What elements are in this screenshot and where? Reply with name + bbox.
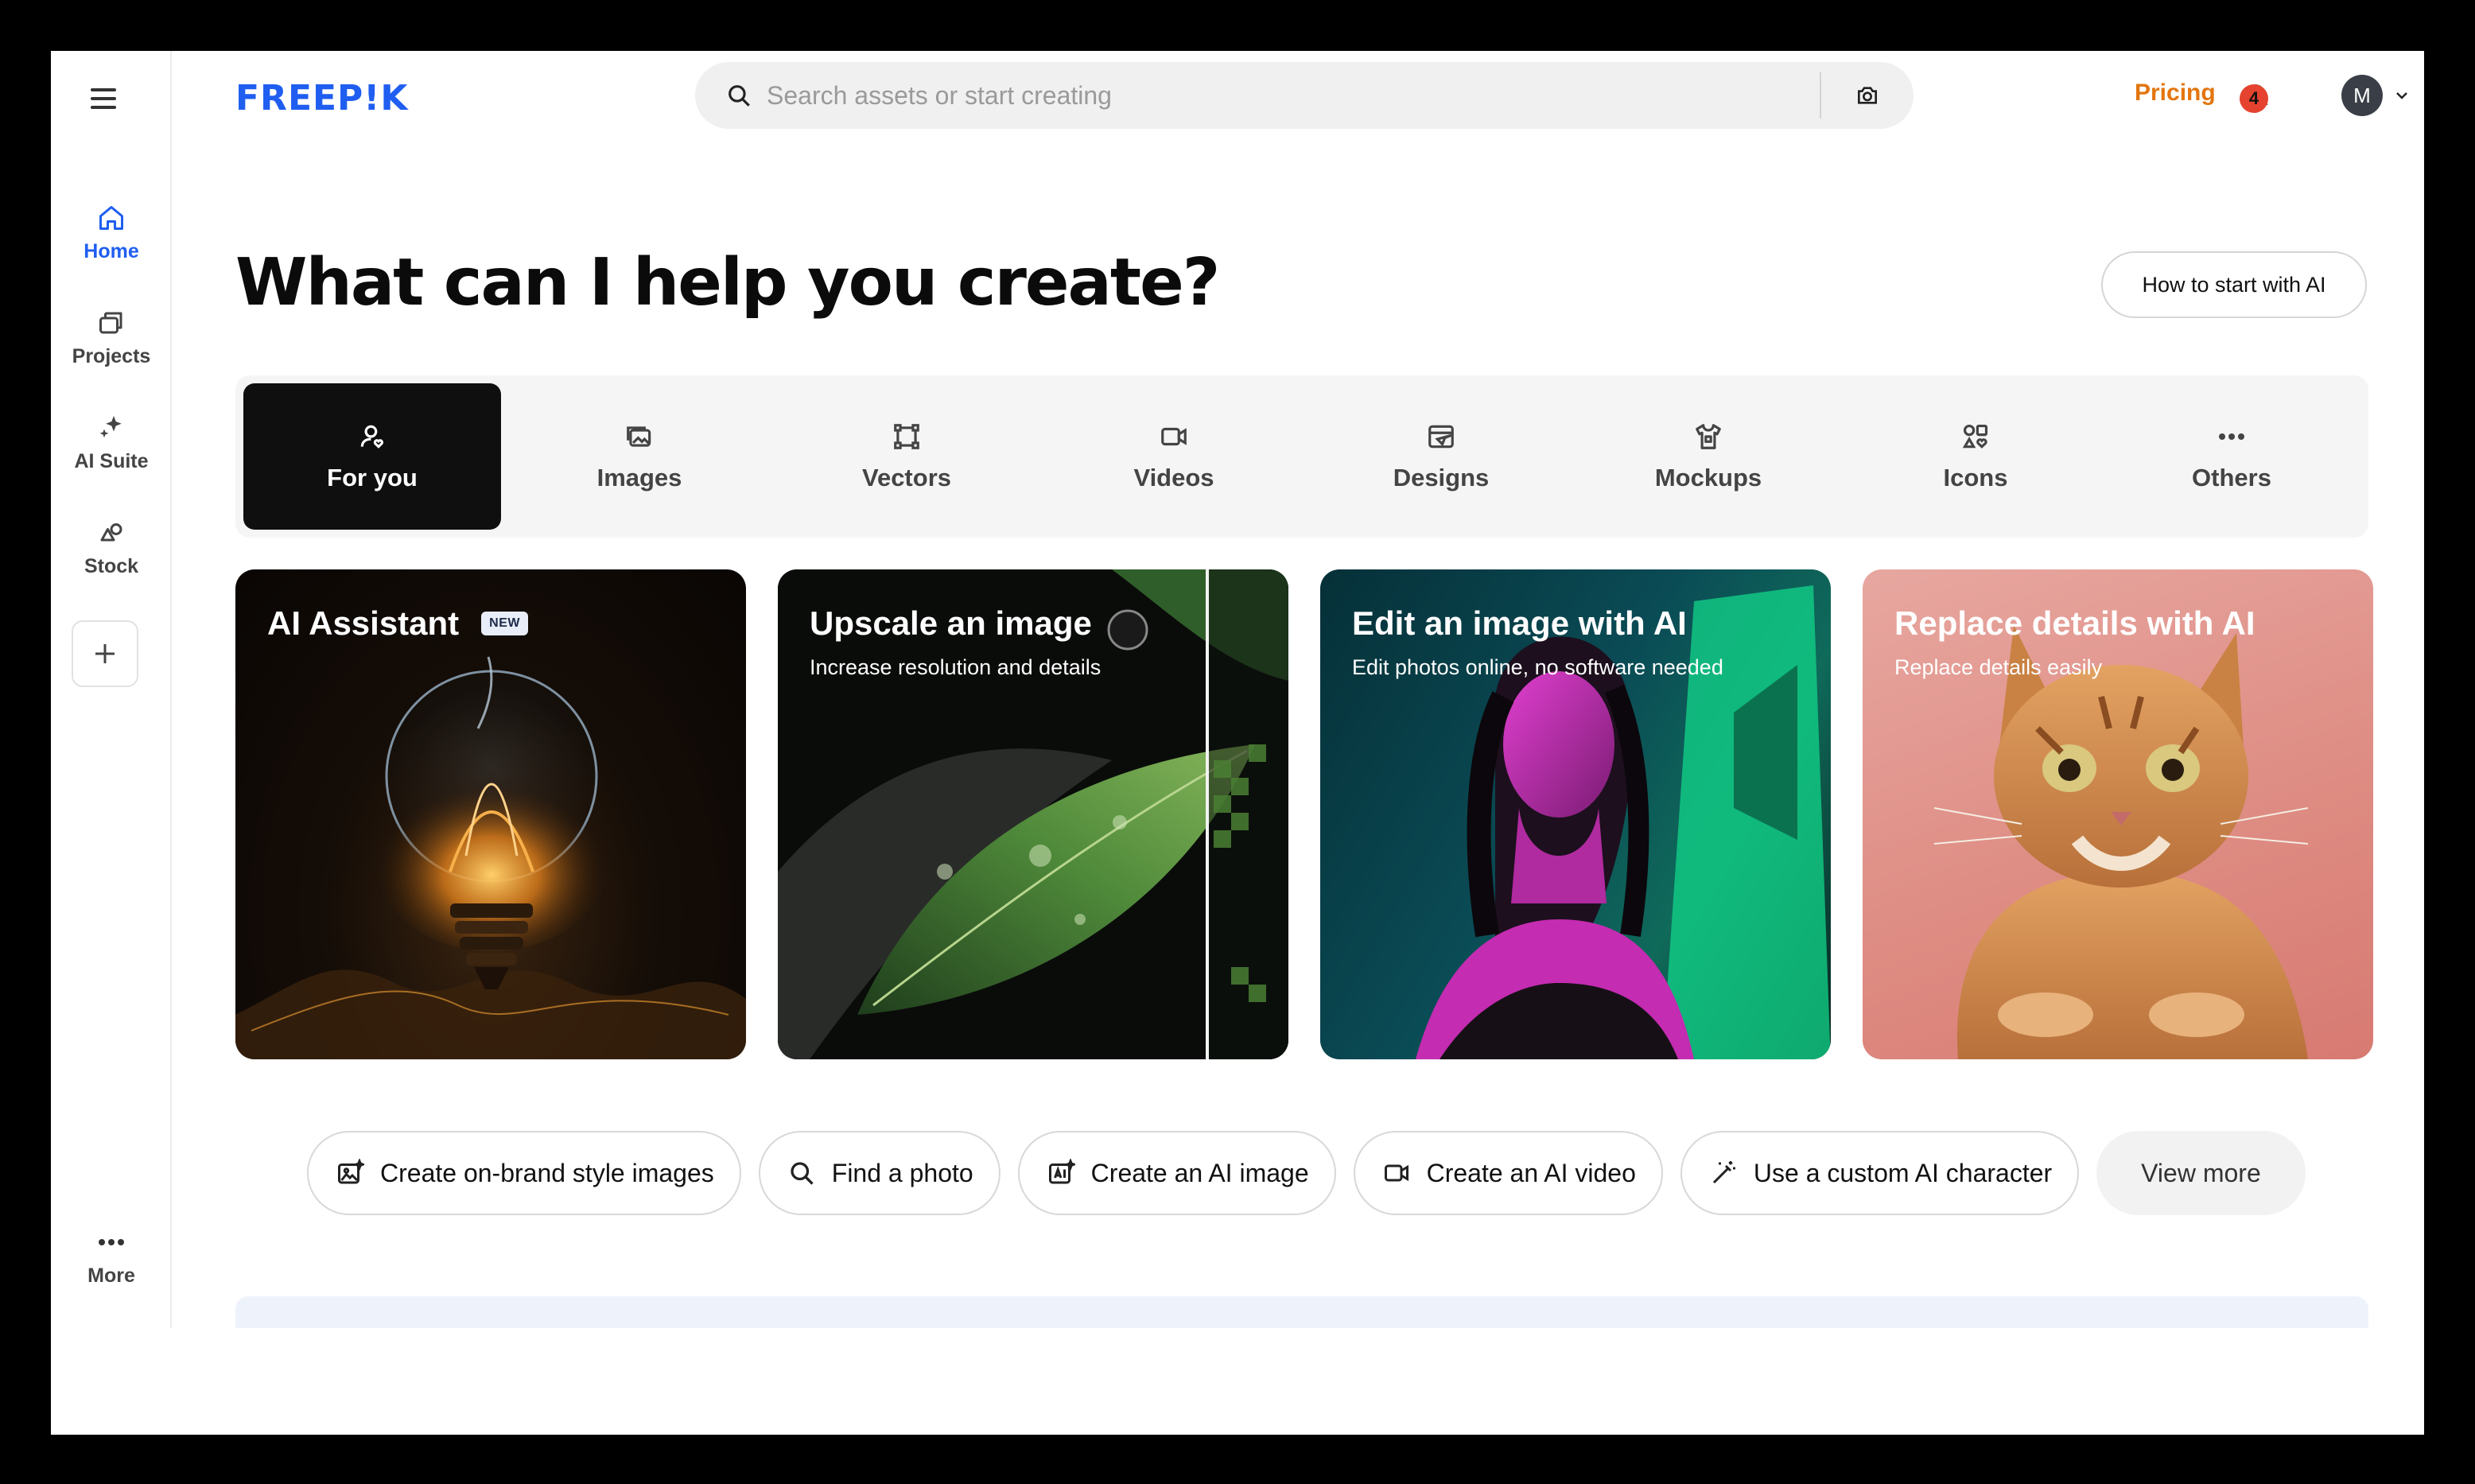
lightbulb-illustration [235, 656, 746, 1059]
video-icon [1381, 1157, 1412, 1189]
cat-illustration [1933, 625, 2309, 1059]
chevron-down-icon[interactable] [2392, 86, 2411, 105]
chip-label: Create on-brand style images [380, 1158, 714, 1187]
tab-vectors[interactable]: Vectors [778, 383, 1035, 530]
card-subtitle: Replace details easily [1894, 655, 2103, 679]
card-title: AI Assistant NEW [267, 604, 528, 643]
quick-actions: Create on-brand style images Find a phot… [307, 1131, 2306, 1215]
category-tabs: For you Images Vectors Videos Designs Mo… [235, 375, 2368, 538]
tab-icons[interactable]: Icons [1847, 383, 2104, 530]
camera-search-button[interactable] [1821, 62, 1914, 129]
magic-wand-icon [1708, 1157, 1739, 1189]
search-bar [695, 62, 1914, 129]
tab-videos[interactable]: Videos [1045, 383, 1303, 530]
find-photo-button[interactable]: Find a photo [758, 1131, 1000, 1215]
how-to-start-button[interactable]: How to start with AI [2101, 251, 2367, 318]
sidebar-item-home[interactable]: Home [51, 200, 172, 263]
projects-icon [94, 305, 129, 340]
sidebar-item-label: Stock [84, 555, 139, 577]
plus-icon [95, 644, 115, 663]
chip-label: Create an AI video [1426, 1158, 1636, 1187]
home-icon [94, 200, 129, 235]
tab-designs[interactable]: Designs [1312, 383, 1570, 530]
designs-icon [1425, 421, 1457, 453]
tab-label: Designs [1393, 464, 1490, 491]
sidebar-item-ai-suite[interactable]: AI Suite [51, 410, 172, 473]
camera-icon [1858, 87, 1877, 104]
logo[interactable]: FREEP!K [235, 78, 408, 119]
search-input[interactable] [767, 62, 1820, 129]
sidebar-item-projects[interactable]: Projects [51, 305, 172, 368]
card-upscale-image[interactable]: Upscale an image Increase resolution and… [778, 569, 1288, 1059]
tab-label: Icons [1943, 464, 2008, 491]
tab-images[interactable]: Images [511, 383, 768, 530]
add-button[interactable] [72, 620, 138, 687]
menu-icon[interactable] [91, 83, 122, 115]
ellipsis-icon [94, 1225, 129, 1260]
image-sparkle-icon [334, 1157, 366, 1189]
tab-label: Others [2192, 464, 2271, 491]
images-icon [624, 421, 655, 453]
card-subtitle: Increase resolution and details [810, 655, 1102, 679]
notification-badge: 4 [2240, 84, 2268, 113]
ai-image-icon [1045, 1157, 1077, 1189]
create-ai-video-button[interactable]: Create an AI video [1353, 1131, 1663, 1215]
sidebar-item-label: AI Suite [74, 450, 149, 472]
sidebar: Home Projects AI Suite Stock More [51, 51, 172, 1328]
sidebar-item-more[interactable]: More [51, 1225, 172, 1288]
view-more-button[interactable]: View more [2096, 1131, 2306, 1215]
tab-label: Videos [1133, 464, 1214, 491]
content-section-top [235, 1296, 2368, 1328]
portrait-illustration [1416, 585, 1831, 1059]
vector-icon [891, 421, 923, 453]
search-icon [695, 62, 767, 129]
card-title: Replace details with AI [1894, 604, 2255, 642]
card-edit-image[interactable]: Edit an image with AI Edit photos online… [1320, 569, 1831, 1059]
page-title: What can I help you create? [235, 245, 1220, 320]
avatar[interactable]: M [2341, 75, 2383, 116]
app-window: Home Projects AI Suite Stock More FREEP!… [51, 51, 2424, 1435]
chip-label: Create an AI image [1090, 1158, 1309, 1187]
user-heart-icon [356, 421, 388, 453]
sidebar-item-label: Home [84, 240, 139, 262]
tab-label: For you [327, 464, 418, 491]
sidebar-item-stock[interactable]: Stock [51, 515, 172, 578]
pricing-link[interactable]: Pricing [2135, 80, 2216, 107]
stock-icon [94, 515, 129, 550]
mockup-shirt-icon [1692, 421, 1724, 453]
sidebar-item-label: Projects [72, 345, 151, 367]
search-icon [786, 1157, 818, 1189]
card-replace-details[interactable]: Replace details with AI Replace details … [1863, 569, 2373, 1059]
card-title: Edit an image with AI [1352, 604, 1687, 642]
create-on-brand-button[interactable]: Create on-brand style images [307, 1131, 741, 1215]
card-ai-assistant[interactable]: AI Assistant NEW [235, 569, 746, 1059]
custom-ai-character-button[interactable]: Use a custom AI character [1680, 1131, 2080, 1215]
icons-grid-icon [1960, 421, 1991, 453]
tab-mockups[interactable]: Mockups [1579, 383, 1837, 530]
card-subtitle: Edit photos online, no software needed [1352, 655, 1723, 679]
tab-label: Images [596, 464, 682, 491]
card-title-text: AI Assistant [267, 604, 460, 642]
video-icon [1158, 421, 1190, 453]
ellipsis-icon [2216, 421, 2248, 453]
tab-label: Mockups [1654, 464, 1762, 491]
tab-others[interactable]: Others [2103, 383, 2360, 530]
card-title: Upscale an image [810, 604, 1092, 642]
leaf-illustration [778, 569, 1288, 1059]
new-badge: NEW [481, 612, 528, 635]
create-ai-image-button[interactable]: Create an AI image [1017, 1131, 1336, 1215]
sparkles-icon [94, 410, 129, 445]
chip-label: Use a custom AI character [1753, 1158, 2053, 1187]
chip-label: Find a photo [831, 1158, 973, 1187]
tab-for-you[interactable]: For you [243, 383, 501, 530]
tab-label: Vectors [861, 464, 951, 491]
sidebar-item-label: More [87, 1265, 135, 1287]
